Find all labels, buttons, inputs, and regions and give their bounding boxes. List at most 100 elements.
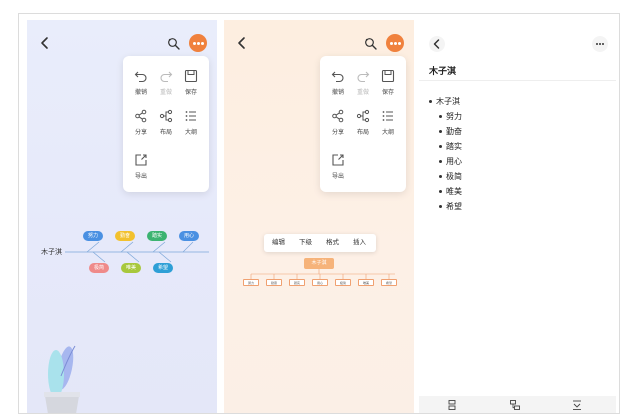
outline-root-label: 木子淇 bbox=[436, 97, 460, 106]
mindmap-node[interactable]: 勤奋 bbox=[115, 231, 135, 241]
outline-item-label: 唯美 bbox=[446, 187, 462, 196]
redo-label: 重做 bbox=[159, 90, 172, 96]
back-button[interactable] bbox=[234, 36, 250, 52]
more-dot-icon bbox=[394, 42, 397, 45]
undo-button[interactable]: 撤销 bbox=[326, 68, 350, 96]
outline-root-item[interactable]: 木子淇 bbox=[429, 96, 460, 107]
layout-button[interactable]: 布局 bbox=[351, 108, 375, 136]
outline-item[interactable]: 极简 bbox=[439, 171, 462, 182]
outline-item[interactable]: 踏实 bbox=[439, 141, 462, 152]
plant-illustration bbox=[44, 345, 80, 413]
outline-item[interactable]: 唯美 bbox=[439, 186, 462, 197]
layout-icon bbox=[356, 109, 370, 123]
save-button[interactable]: 保存 bbox=[376, 68, 400, 96]
redo-label: 重做 bbox=[356, 90, 369, 96]
outline-item[interactable]: 努力 bbox=[439, 111, 462, 122]
undo-icon bbox=[331, 71, 344, 83]
more-button[interactable] bbox=[386, 34, 404, 52]
mindmap-node[interactable]: 极简 bbox=[89, 263, 109, 273]
outline-item[interactable]: 用心 bbox=[439, 156, 462, 167]
mindmap-node[interactable]: 唯美 bbox=[121, 263, 141, 273]
insert-button[interactable]: 插入 bbox=[353, 234, 366, 252]
list-icon bbox=[382, 111, 393, 121]
sibling-node-icon[interactable] bbox=[446, 399, 458, 411]
search-button[interactable] bbox=[166, 36, 182, 52]
outline-button[interactable]: 大纲 bbox=[376, 108, 400, 136]
save-button[interactable]: 保存 bbox=[179, 68, 203, 96]
redo-button[interactable]: 重做 bbox=[351, 68, 375, 96]
mindmap-screen-edit: 撤销 重做 保存 分享 布局 大纲 导出 编辑 下级 格式 插入 木子淇 努力 … bbox=[224, 20, 414, 413]
more-dot-icon bbox=[201, 42, 204, 45]
tree-child-node[interactable]: 勤奋 bbox=[266, 279, 282, 286]
more-dot-icon bbox=[602, 43, 604, 45]
mindmap-node[interactable]: 踏实 bbox=[147, 231, 167, 241]
export-icon bbox=[332, 154, 344, 166]
search-icon bbox=[365, 38, 377, 50]
child-button[interactable]: 下级 bbox=[299, 234, 312, 252]
search-icon bbox=[168, 38, 180, 50]
mindmap-root-node[interactable]: 木子淇 bbox=[41, 247, 62, 257]
tree-child-node[interactable]: 唯美 bbox=[358, 279, 374, 286]
tree-root-node[interactable]: 木子淇 bbox=[304, 258, 334, 269]
save-label: 保存 bbox=[381, 90, 394, 96]
tree-child-node[interactable]: 用心 bbox=[312, 279, 328, 286]
save-icon bbox=[381, 69, 395, 83]
undo-label: 撤销 bbox=[331, 90, 344, 96]
node-edit-toolbar: 编辑 下级 格式 插入 bbox=[264, 234, 376, 252]
undo-label: 撤销 bbox=[134, 90, 147, 96]
outline-item-label: 用心 bbox=[446, 157, 462, 166]
back-button[interactable] bbox=[37, 36, 53, 52]
more-button[interactable] bbox=[592, 36, 608, 52]
bullet-icon bbox=[439, 205, 442, 209]
share-button[interactable]: 分享 bbox=[129, 108, 153, 136]
redo-button[interactable]: 重做 bbox=[154, 68, 178, 96]
tree-child-node[interactable]: 极简 bbox=[335, 279, 351, 286]
outline-item-label: 极简 bbox=[446, 172, 462, 181]
search-button[interactable] bbox=[363, 36, 379, 52]
outline-item[interactable]: 勤奋 bbox=[439, 126, 462, 137]
tree-child-node[interactable]: 踏实 bbox=[289, 279, 305, 286]
outline-screen: 木子淇 木子淇 努力 勤奋 踏实 用心 极简 唯美 希望 bbox=[419, 20, 616, 413]
mindmap-node[interactable]: 希望 bbox=[153, 263, 173, 273]
bullet-icon bbox=[439, 175, 442, 179]
back-button[interactable] bbox=[429, 36, 445, 52]
outline-item-label: 踏实 bbox=[446, 142, 462, 151]
more-dot-icon bbox=[398, 42, 401, 45]
share-button[interactable]: 分享 bbox=[326, 108, 350, 136]
outline-label: 大纲 bbox=[381, 130, 394, 136]
share-icon bbox=[135, 109, 147, 123]
child-node-icon[interactable] bbox=[509, 399, 521, 411]
save-label: 保存 bbox=[184, 90, 197, 96]
undo-button[interactable]: 撤销 bbox=[129, 68, 153, 96]
edit-button[interactable]: 编辑 bbox=[272, 234, 285, 252]
outline-title: 木子淇 bbox=[429, 66, 457, 76]
collapse-icon[interactable] bbox=[571, 399, 583, 411]
tree-child-node[interactable]: 希望 bbox=[381, 279, 397, 286]
export-label: 导出 bbox=[134, 174, 147, 180]
bullet-icon bbox=[439, 115, 442, 119]
outline-item-label: 勤奋 bbox=[446, 127, 462, 136]
export-button[interactable]: 导出 bbox=[326, 152, 350, 180]
chevron-left-icon bbox=[433, 39, 440, 49]
more-menu: 撤销 重做 保存 分享 布局 大纲 导出 bbox=[320, 56, 406, 192]
tree-child-node[interactable]: 努力 bbox=[243, 279, 259, 286]
outline-label: 大纲 bbox=[184, 130, 197, 136]
more-dot-icon bbox=[599, 43, 601, 45]
outline-button[interactable]: 大纲 bbox=[179, 108, 203, 136]
screenshot-frame: 撤销 重做 保存 分享 布局 大纲 导出 木子淇 努力 勤奋 踏实 用心 极简 … bbox=[18, 13, 620, 414]
save-icon bbox=[184, 69, 198, 83]
undo-icon bbox=[134, 71, 147, 83]
bullet-icon bbox=[439, 145, 442, 149]
export-button[interactable]: 导出 bbox=[129, 152, 153, 180]
share-label: 分享 bbox=[134, 130, 147, 136]
redo-icon bbox=[160, 71, 173, 83]
mindmap-node[interactable]: 用心 bbox=[179, 231, 199, 241]
layout-button[interactable]: 布局 bbox=[154, 108, 178, 136]
outline-item[interactable]: 希望 bbox=[439, 201, 462, 212]
redo-icon bbox=[357, 71, 370, 83]
layout-label: 布局 bbox=[356, 130, 369, 136]
mindmap-node[interactable]: 努力 bbox=[83, 231, 103, 241]
more-button[interactable] bbox=[189, 34, 207, 52]
format-button[interactable]: 格式 bbox=[326, 234, 339, 252]
more-dot-icon bbox=[390, 42, 393, 45]
